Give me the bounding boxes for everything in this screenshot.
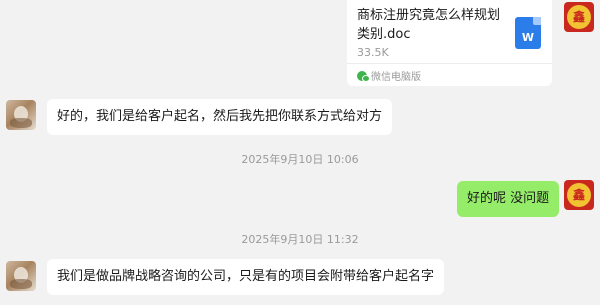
message-bubble[interactable]: 我们是做品牌战略咨询的公司，只是有的项目会附带给客户起名字 — [47, 259, 445, 295]
self-avatar[interactable]: 鑫 — [564, 2, 594, 32]
file-size: 33.5K — [357, 46, 389, 59]
self-avatar[interactable]: 鑫 — [564, 180, 594, 210]
timestamp: 2025年9月10日 10:06 — [241, 153, 359, 166]
word-document-icon: W — [515, 17, 541, 49]
timestamp: 2025年9月10日 11:32 — [241, 233, 359, 246]
file-name: 商标注册究竟怎么样规划类别.doc — [357, 8, 501, 42]
contact-avatar[interactable] — [6, 261, 36, 291]
file-source-label: 微信电脑版 — [371, 72, 421, 83]
file-message-card[interactable]: 商标注册究竟怎么样规划类别.doc 33.5K W 微信电脑版 — [347, 0, 552, 86]
file-source: 微信电脑版 — [357, 68, 421, 83]
wechat-icon — [357, 70, 370, 82]
message-bubble-self[interactable]: 好的呢 没问题 — [457, 181, 560, 217]
avatar-logo-text: 鑫 — [572, 10, 585, 24]
contact-avatar[interactable] — [6, 100, 36, 130]
avatar-logo-text: 鑫 — [572, 188, 585, 202]
divider — [347, 63, 552, 64]
message-bubble[interactable]: 好的，我们是给客户起名，然后我先把你联系方式给对方 — [47, 99, 393, 135]
